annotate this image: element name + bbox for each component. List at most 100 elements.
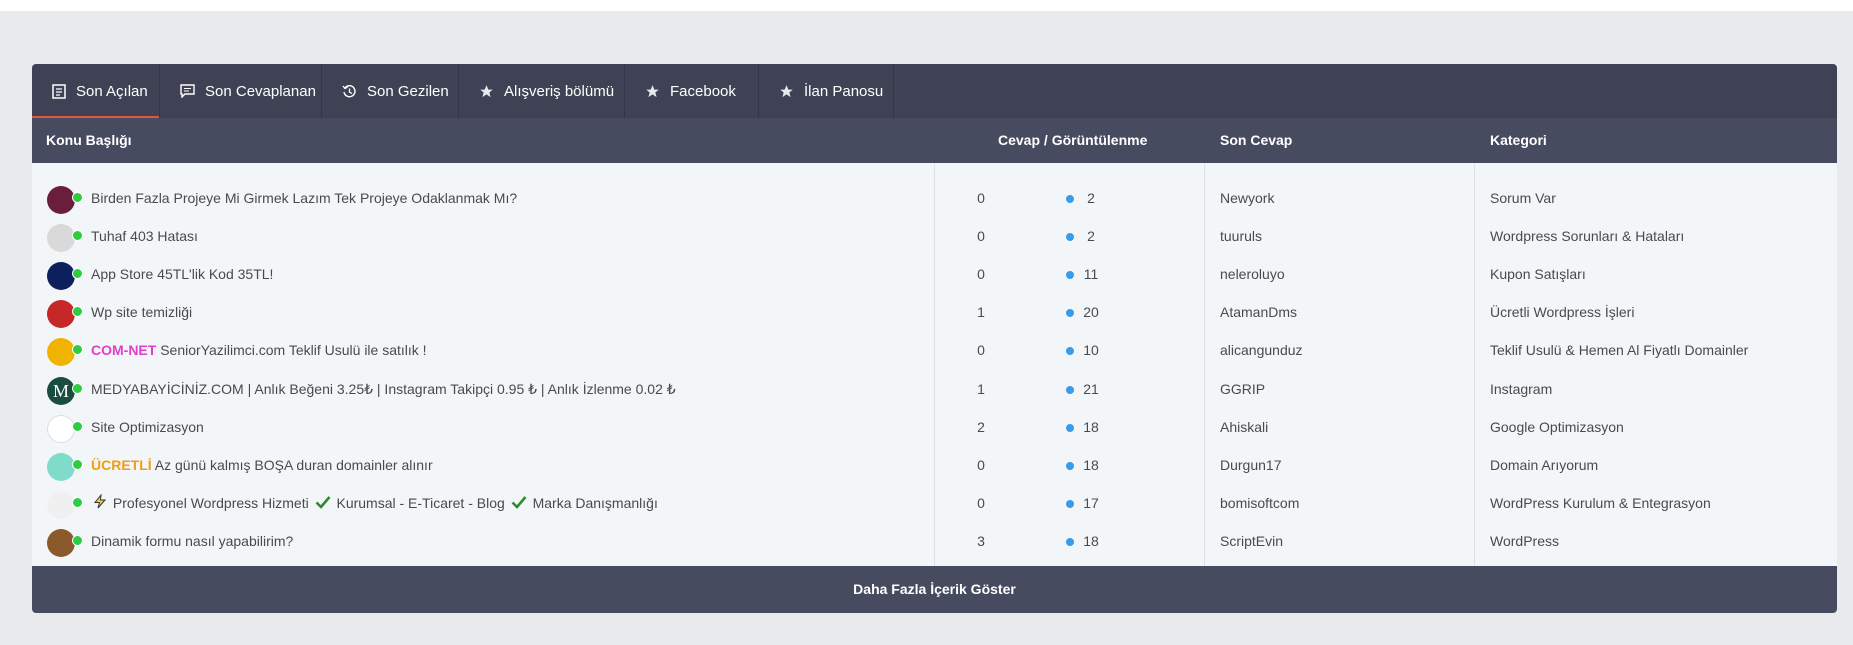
last-reply-user[interactable]: Durgun17 (1220, 446, 1282, 484)
topic-title[interactable]: Tuhaf 403 Hatası (91, 217, 198, 255)
category-link[interactable]: Google Optimizasyon (1490, 408, 1624, 446)
avatar[interactable] (47, 414, 75, 443)
topic-title[interactable]: App Store 45TL'lik Kod 35TL! (91, 255, 273, 293)
topic-title[interactable]: Wp site temizliği (91, 293, 192, 331)
table-row[interactable]: Tuhaf 403 Hatası 0 2 tuuruls Wordpress Sorun… (32, 217, 1837, 255)
category-link[interactable]: Teklif Usulü & Hemen Al Fiyatlı Domainle… (1490, 331, 1748, 369)
topic-title[interactable]: MEDYABAYİCİNİZ.COM | Anlık Beğeni 3.25₺ … (91, 370, 676, 408)
tab-son-acilan[interactable]: Son Açılan (32, 64, 160, 118)
avatar[interactable] (47, 186, 75, 214)
view-count: 20 (1083, 304, 1099, 321)
topic-title[interactable]: Site Optimizasyon (91, 408, 204, 446)
category-link[interactable]: Domain Arıyorum (1490, 446, 1598, 484)
category-link[interactable]: WordPress Kurulum & Entegrasyon (1490, 484, 1711, 522)
last-reply-user[interactable]: AtamanDms (1220, 293, 1297, 331)
topic-title[interactable]: Dinamik formu nasıl yapabilirim? (91, 522, 293, 560)
table-row[interactable]: Profesyonel Wordpress Hizmeti Kurumsal -… (32, 484, 1837, 522)
separator-dot (1066, 423, 1074, 432)
table-row[interactable]: COM-NET SeniorYazilimci.com Teklif Usulü… (32, 331, 1837, 369)
tab-label: Alışveriş bölümü (504, 82, 615, 100)
checkmark-icon (315, 485, 331, 523)
tab-facebook[interactable]: Facebook (625, 64, 759, 118)
reply-count: 2 (977, 418, 985, 435)
last-reply-user[interactable]: GGRIP (1220, 370, 1265, 408)
last-reply-user[interactable]: ScriptEvin (1220, 522, 1283, 560)
avatar[interactable]: M (47, 376, 75, 405)
separator-dot (1066, 195, 1074, 203)
tab-label: Son Açılan (76, 82, 148, 100)
checkmark-icon (511, 485, 527, 523)
separator-dot (1066, 233, 1074, 242)
tab-son-cevaplanan[interactable]: Son Cevaplanan (160, 64, 322, 118)
reply-count: 0 (977, 228, 985, 245)
topic-title[interactable]: Profesyonel Wordpress Hizmeti Kurumsal -… (91, 484, 658, 523)
comment-icon (180, 84, 195, 98)
show-more-button[interactable]: Daha Fazla İçerik Göster (32, 566, 1837, 613)
avatar[interactable] (47, 528, 75, 557)
tab-alisveris[interactable]: Alışveriş bölümü (459, 64, 625, 118)
avatar[interactable] (47, 452, 75, 481)
topic-title[interactable]: ÜCRETLİ Az günü kalmış BOŞA duran domain… (91, 446, 433, 484)
avatar[interactable] (47, 490, 75, 519)
last-reply-user[interactable]: bomisoftcom (1220, 484, 1299, 522)
category-link[interactable]: Kupon Satışları (1490, 255, 1586, 293)
tab-son-gezilen[interactable]: Son Gezilen (322, 64, 459, 118)
view-count: 11 (1083, 266, 1099, 283)
avatar[interactable] (47, 300, 75, 329)
topic-title-text: SeniorYazilimci.com Teklif Usulü ile sat… (160, 342, 427, 359)
online-status-icon (72, 534, 83, 546)
category-link[interactable]: WordPress (1490, 522, 1559, 560)
last-reply-user[interactable]: alicangunduz (1220, 331, 1303, 369)
avatar[interactable] (47, 262, 75, 291)
table-row[interactable]: M MEDYABAYİCİNİZ.COM | Anlık Beğeni 3.25₺… (32, 370, 1837, 408)
separator-dot (1066, 271, 1074, 280)
category-link[interactable]: Sorum Var (1490, 179, 1556, 217)
separator-dot (1066, 309, 1074, 318)
header-stats: Cevap / Görüntülenme (998, 132, 1148, 148)
category-link[interactable]: Instagram (1490, 370, 1552, 408)
view-count: 2 (1087, 190, 1095, 206)
tab-ilan-panosu[interactable]: İlan Panosu (759, 64, 894, 118)
tab-label: Son Gezilen (367, 82, 449, 100)
online-status-icon (72, 268, 83, 280)
reply-count: 0 (977, 494, 985, 511)
online-status-icon (72, 344, 83, 356)
category-link[interactable]: Wordpress Sorunları & Hataları (1490, 217, 1684, 255)
last-reply-user[interactable]: neleroluyo (1220, 255, 1285, 293)
tab-label: İlan Panosu (804, 82, 884, 100)
document-icon (52, 83, 66, 99)
table-row[interactable]: Wp site temizliği 1 20 AtamanDms Ücretli Wor… (32, 293, 1837, 331)
tab-label: Facebook (670, 82, 736, 100)
online-status-icon (72, 458, 83, 470)
top-strip (0, 0, 1853, 11)
avatar[interactable] (47, 338, 75, 367)
table-row[interactable]: App Store 45TL'lik Kod 35TL! 0 11 neleroluy… (32, 255, 1837, 293)
reply-count: 1 (977, 380, 985, 397)
separator-dot (1066, 461, 1074, 470)
online-status-icon (72, 420, 83, 432)
last-reply-user[interactable]: Newyork (1220, 179, 1274, 217)
topic-title[interactable]: Birden Fazla Projeye Mi Girmek Lazım Tek… (91, 179, 517, 217)
header-topic: Konu Başlığı (46, 132, 132, 148)
reply-count: 0 (977, 266, 985, 283)
separator-dot (1066, 385, 1074, 394)
view-count: 17 (1083, 494, 1099, 511)
forum-widget: Son Açılan Son Cevaplanan Son Gezilen Al… (32, 64, 1837, 613)
table-row[interactable]: Birden Fazla Projeye Mi Girmek Lazım Tek… (32, 179, 1837, 217)
last-reply-user[interactable]: Ahiskali (1220, 408, 1268, 446)
table-row[interactable]: Site Optimizasyon 2 18 Ahiskali Google Optim… (32, 408, 1837, 446)
table-row[interactable]: Dinamik formu nasıl yapabilirim? 3 18 Scrip… (32, 522, 1837, 560)
reply-count: 3 (977, 532, 985, 549)
topic-title-part: Marka Danışmanlığı (532, 494, 658, 511)
separator-dot (1066, 499, 1074, 508)
tab-bar: Son Açılan Son Cevaplanan Son Gezilen Al… (32, 64, 1837, 118)
table-row[interactable]: ÜCRETLİ Az günü kalmış BOŞA duran domain… (32, 446, 1837, 484)
category-link[interactable]: Ücretli Wordpress İşleri (1490, 293, 1634, 331)
topic-title[interactable]: COM-NET SeniorYazilimci.com Teklif Usulü… (91, 331, 427, 369)
star-icon (779, 84, 794, 99)
avatar[interactable] (47, 224, 75, 253)
view-count: 10 (1083, 342, 1099, 359)
topic-prefix: ÜCRETLİ (91, 456, 152, 473)
star-icon (645, 84, 660, 99)
last-reply-user[interactable]: tuuruls (1220, 217, 1262, 255)
